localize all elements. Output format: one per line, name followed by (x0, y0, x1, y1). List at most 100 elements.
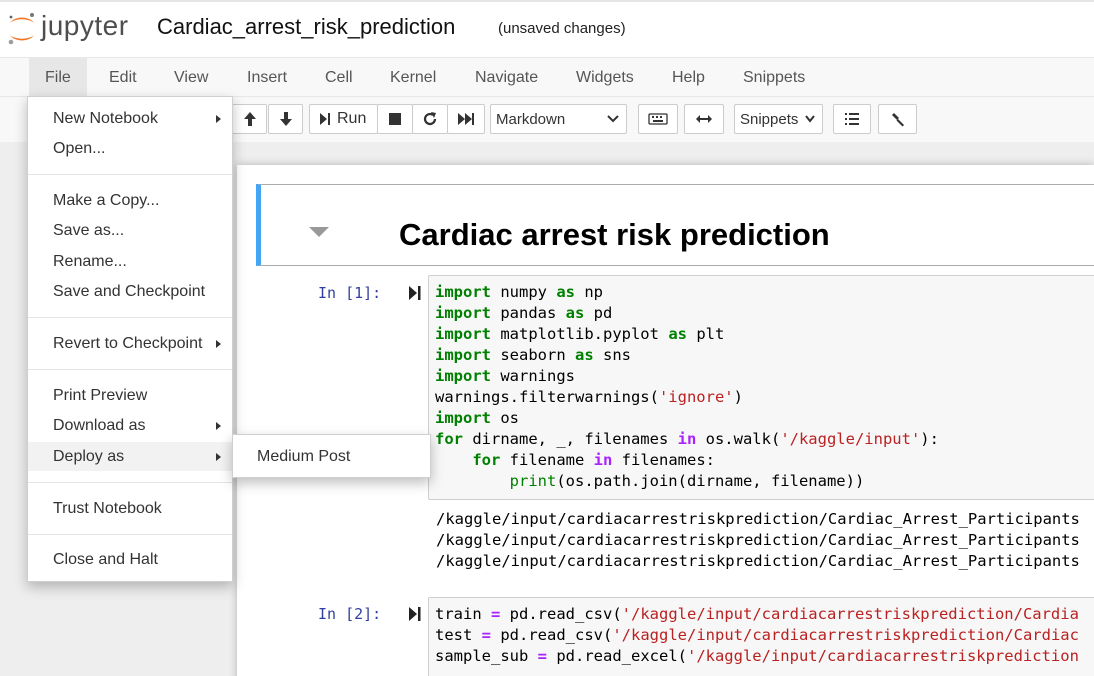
header-bar: jupyter Cardiac_arrest_risk_prediction (… (0, 0, 1094, 57)
menu-item-new-notebook[interactable]: New Notebook (28, 104, 232, 133)
toggle-width-button[interactable] (684, 104, 724, 134)
caret-right-icon (216, 453, 221, 461)
gavel-icon (891, 113, 904, 127)
file-menu-dropdown: New Notebook Open... Make a Copy... Save… (27, 96, 233, 582)
run-button-label: Run (337, 110, 367, 127)
menu-item-make-copy[interactable]: Make a Copy... (28, 186, 232, 215)
jupyter-logo-icon[interactable] (6, 11, 38, 47)
move-cell-down-button[interactable] (268, 104, 303, 134)
menu-item-save-checkpoint[interactable]: Save and Checkpoint (28, 277, 232, 306)
cell-type-select[interactable]: Markdown (490, 104, 627, 134)
menu-item-label: Download as (53, 417, 146, 434)
arrow-up-icon (243, 112, 256, 126)
arrow-down-icon (279, 112, 292, 126)
menu-navigate[interactable]: Navigate (459, 58, 554, 97)
menu-bar: File Edit View Insert Cell Kernel Naviga… (0, 57, 1094, 97)
fast-forward-icon (458, 113, 474, 125)
deploy-as-submenu: Medium Post (232, 434, 431, 478)
menu-item-label: Rename... (53, 253, 127, 270)
code-line: import warnings (435, 367, 575, 385)
list-icon (845, 113, 859, 125)
run-cell-icon[interactable] (408, 606, 422, 622)
collapse-heading-icon[interactable] (309, 227, 329, 237)
menu-file[interactable]: File (29, 58, 87, 97)
menu-item-label: Trust Notebook (53, 500, 162, 517)
cell1-prompt: In [1]: (318, 284, 382, 302)
menu-item-label: New Notebook (53, 110, 158, 127)
menu-edit[interactable]: Edit (93, 58, 153, 97)
run-button[interactable]: Run (309, 104, 378, 134)
code-line: import os (435, 409, 519, 427)
menu-item-label: Revert to Checkpoint (53, 335, 203, 352)
cell1-output-line: /kaggle/input/cardiacarrestriskpredictio… (436, 552, 1080, 570)
snippets-value: Snippets (740, 110, 799, 128)
redo-icon (423, 112, 437, 126)
menu-item-label: Open... (53, 140, 106, 157)
menu-insert[interactable]: Insert (231, 58, 303, 97)
menu-item-close-halt[interactable]: Close and Halt (28, 545, 232, 574)
menu-item-label: Print Preview (53, 387, 148, 404)
menu-divider (28, 534, 232, 535)
menu-item-label: Deploy as (53, 448, 125, 465)
code-line: for filename in filenames: (472, 451, 715, 469)
menu-item-deploy-as[interactable]: Deploy as (28, 442, 232, 471)
menu-divider (28, 174, 232, 175)
jupyter-notebook-window: jupyter Cardiac_arrest_risk_prediction (… (0, 0, 1094, 676)
menu-item-trust-notebook[interactable]: Trust Notebook (28, 494, 232, 523)
menu-item-label: Make a Copy... (53, 192, 160, 209)
menu-item-revert-checkpoint[interactable]: Revert to Checkpoint (28, 329, 232, 358)
command-palette-button[interactable] (638, 104, 678, 134)
menu-item-download-as[interactable]: Download as (28, 411, 232, 440)
code-line: import matplotlib.pyplot as plt (435, 325, 725, 343)
save-status: (unsaved changes) (498, 20, 626, 37)
menu-widgets[interactable]: Widgets (560, 58, 650, 97)
menu-snippets[interactable]: Snippets (727, 58, 821, 97)
menu-item-label: Save as... (53, 222, 125, 239)
cell1-output-line: /kaggle/input/cardiacarrestriskpredictio… (436, 510, 1080, 528)
submenu-item-medium-post[interactable]: Medium Post (233, 442, 430, 471)
caret-right-icon (216, 115, 221, 123)
jupyter-logo-text[interactable]: jupyter (41, 10, 129, 42)
menu-item-open[interactable]: Open... (28, 134, 232, 163)
interrupt-kernel-button[interactable] (377, 104, 413, 134)
menu-help[interactable]: Help (656, 58, 721, 97)
markdown-cell-selected[interactable]: Cardiac arrest risk prediction (256, 184, 1094, 266)
nbextensions-button[interactable] (878, 104, 917, 134)
notebook-name[interactable]: Cardiac_arrest_risk_prediction (157, 14, 455, 40)
chevron-down-icon (607, 115, 619, 123)
code-line: warnings.filterwarnings('ignore') (435, 388, 743, 406)
restart-kernel-button[interactable] (412, 104, 448, 134)
menu-kernel[interactable]: Kernel (374, 58, 452, 97)
menu-divider (28, 369, 232, 370)
menu-cell[interactable]: Cell (309, 58, 369, 97)
restart-run-all-button[interactable] (447, 104, 485, 134)
menu-item-save-as[interactable]: Save as... (28, 216, 232, 245)
cell1-code-editor[interactable]: import numpy as np import pandas as pd i… (428, 275, 1094, 500)
caret-right-icon (216, 340, 221, 348)
caret-right-icon (216, 422, 221, 430)
code-line: test = pd.read_csv('/kaggle/input/cardia… (435, 626, 1079, 644)
menu-item-print-preview[interactable]: Print Preview (28, 381, 232, 410)
code-line: import seaborn as sns (435, 346, 631, 364)
arrows-horizontal-icon (696, 115, 712, 123)
menu-divider (28, 482, 232, 483)
menu-view[interactable]: View (158, 58, 224, 97)
keyboard-icon (648, 113, 668, 125)
move-cell-up-button[interactable] (232, 104, 267, 134)
code-line: train = pd.read_csv('/kaggle/input/cardi… (435, 605, 1079, 623)
run-cell-icon[interactable] (408, 285, 422, 301)
menu-item-rename[interactable]: Rename... (28, 247, 232, 276)
code-line: import pandas as pd (435, 304, 613, 322)
cell-type-value: Markdown (496, 110, 566, 128)
table-of-contents-button[interactable] (833, 104, 871, 134)
menu-item-label: Save and Checkpoint (53, 283, 206, 300)
snippets-select[interactable]: Snippets (734, 104, 823, 134)
code-line: import numpy as np (435, 283, 603, 301)
cell2-prompt: In [2]: (318, 605, 382, 623)
cell1-output-line: /kaggle/input/cardiacarrestriskpredictio… (436, 531, 1080, 549)
notebook-container: Cardiac arrest risk prediction In [1]: i… (237, 165, 1094, 676)
notebook-heading: Cardiac arrest risk prediction (399, 217, 830, 252)
code-line: sample_sub = pd.read_excel('/kaggle/inpu… (435, 647, 1079, 665)
cell2-code-editor[interactable]: train = pd.read_csv('/kaggle/input/cardi… (428, 597, 1094, 676)
menu-item-label: Close and Halt (53, 551, 158, 568)
